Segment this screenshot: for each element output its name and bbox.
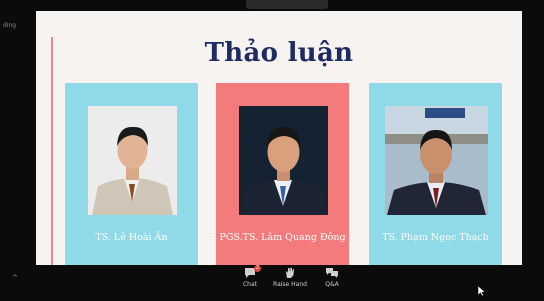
chat-icon: 2 xyxy=(243,265,261,279)
chat-button[interactable]: 2 Chat xyxy=(232,265,268,288)
shared-slide: Thảo luận TS. Lê Hoài Ân PGS.TS. Lâm Qua… xyxy=(36,11,522,265)
cursor-icon xyxy=(477,283,486,297)
chat-badge: 2 xyxy=(254,265,261,272)
slide-title: Thảo luận xyxy=(204,38,354,68)
slide-accent-line xyxy=(51,37,53,265)
qa-label: Q&A xyxy=(325,281,339,288)
qa-button[interactable]: Q&A xyxy=(314,267,350,288)
speaker-photo-1 xyxy=(88,106,177,215)
speaker-name-3: TS. Phạm Ngọc Thạch xyxy=(382,232,489,243)
speaker-name-1: TS. Lê Hoài Ân xyxy=(95,232,168,243)
speaker-card-1: TS. Lê Hoài Ân xyxy=(65,83,198,265)
speaker-card-2: PGS.TS. Lâm Quang Đông xyxy=(216,83,349,265)
speaker-photo-2 xyxy=(239,106,328,215)
active-speaker-indicator xyxy=(246,0,328,9)
participant-label: ding xyxy=(3,22,17,29)
speaker-card-3: TS. Phạm Ngọc Thạch xyxy=(369,83,502,265)
raise-hand-label: Raise Hand xyxy=(273,281,307,288)
qa-icon xyxy=(325,267,339,279)
raise-hand-icon xyxy=(283,267,297,279)
meeting-toolbar: 2 Chat Raise Hand Q&A xyxy=(232,265,352,293)
chevron-up-icon[interactable]: ^ xyxy=(12,274,18,282)
chat-label: Chat xyxy=(242,281,258,288)
speaker-name-2: PGS.TS. Lâm Quang Đông xyxy=(219,232,346,243)
raise-hand-button[interactable]: Raise Hand xyxy=(272,267,308,288)
speaker-photo-3 xyxy=(385,106,488,215)
